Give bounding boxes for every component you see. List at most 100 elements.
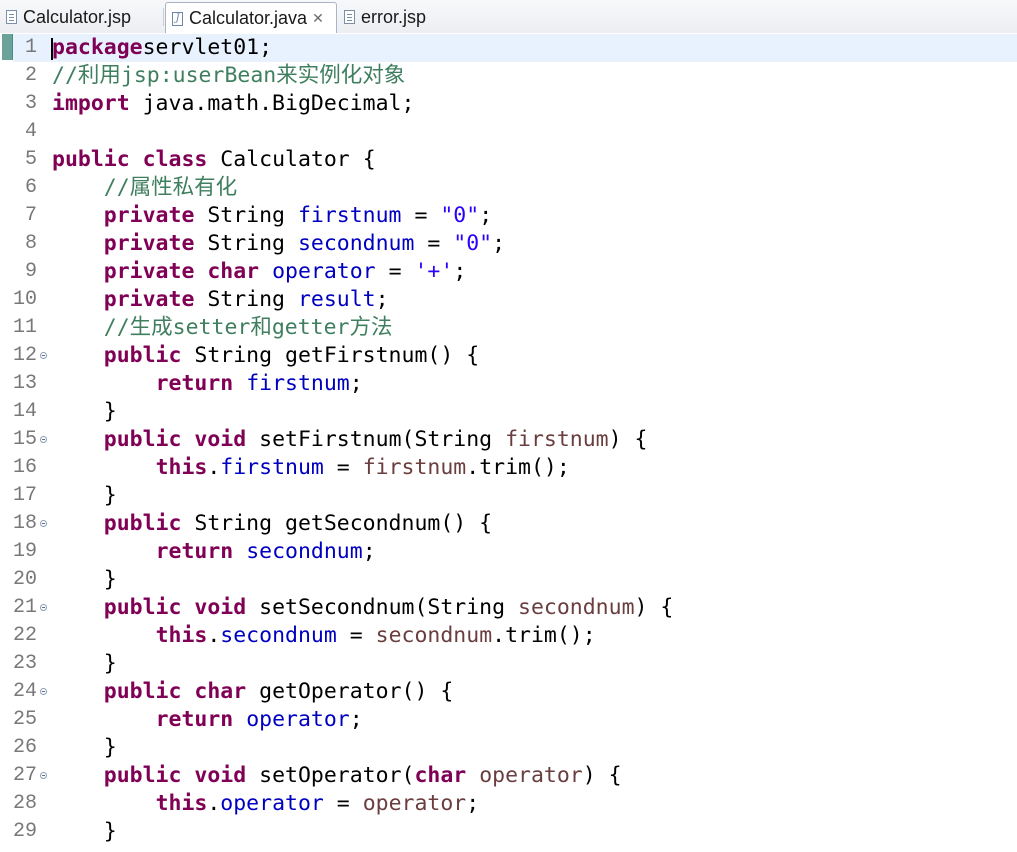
fold-toggle-icon[interactable] (40, 772, 47, 779)
code-token: this (155, 455, 208, 480)
code-line[interactable]: 24 public char getOperator() { (0, 678, 1017, 706)
code-token: public (103, 511, 182, 536)
code-token: firstnum (505, 427, 609, 452)
line-number: 20 (12, 568, 37, 591)
code-line[interactable]: 25 return operator; (0, 706, 1017, 734)
code-token: result (297, 287, 376, 312)
code-token: servlet01; (142, 35, 273, 60)
code-line[interactable]: 12 public String getFirstnum() { (0, 342, 1017, 370)
code-line[interactable]: 10 private String result; (0, 286, 1017, 314)
code-line[interactable]: 9 private char operator = '+'; (0, 258, 1017, 286)
code-line[interactable]: 20 } (0, 566, 1017, 594)
code-token: = (323, 791, 363, 816)
fold-toggle-icon[interactable] (40, 604, 47, 611)
code-token: public (103, 427, 182, 452)
code-line[interactable]: 28 this.operator = operator; (0, 790, 1017, 818)
line-number: 1 (24, 36, 37, 59)
line-number: 18 (12, 512, 37, 535)
line-number: 12 (12, 344, 37, 367)
code-token: } (52, 567, 117, 592)
code-token: public (103, 595, 182, 620)
code-text: public class Calculator { (52, 146, 376, 174)
line-number: 19 (12, 540, 37, 563)
code-token: ) { (582, 763, 622, 788)
fold-toggle-icon[interactable] (40, 688, 47, 695)
tab-calculator-java[interactable]: J Calculator.java ✕ (165, 2, 337, 34)
fold-toggle-icon[interactable] (40, 352, 47, 359)
code-token: String (194, 287, 298, 312)
code-line[interactable]: 16 this.firstnum = firstnum.trim(); (0, 454, 1017, 482)
code-line[interactable]: 2 //利用jsp:userBean来实例化对象 (0, 62, 1017, 90)
code-token: import (52, 91, 130, 116)
code-line[interactable]: 8 private String secondnum = "0"; (0, 230, 1017, 258)
code-line[interactable]: 3 import java.math.BigDecimal; (0, 90, 1017, 118)
close-tab-icon[interactable]: ✕ (312, 10, 324, 27)
code-token: public (52, 147, 130, 172)
code-line[interactable]: 5 public class Calculator { (0, 146, 1017, 174)
tab-label: Calculator.java (189, 8, 308, 28)
code-text: } (52, 818, 117, 846)
line-number: 28 (12, 792, 37, 815)
code-line[interactable]: 1 packageservlet01; (0, 34, 1017, 62)
code-line[interactable]: 14 } (0, 398, 1017, 426)
tab-error-jsp[interactable]: error.jsp (338, 2, 448, 32)
code-token: private (103, 287, 195, 312)
line-number: 27 (12, 764, 37, 787)
code-token: String getFirstnum() { (181, 343, 480, 368)
code-line[interactable]: 22 this.secondnum = secondnum.trim(); (0, 622, 1017, 650)
code-line[interactable]: 21 public void setSecondnum(String secon… (0, 594, 1017, 622)
jsp-file-icon (344, 10, 355, 24)
code-token: return (155, 539, 234, 564)
code-token: void (194, 763, 247, 788)
fold-toggle-icon[interactable] (40, 436, 47, 443)
code-text: } (52, 482, 117, 510)
code-line[interactable]: 13 return firstnum; (0, 370, 1017, 398)
code-line[interactable]: 6 //属性私有化 (0, 174, 1017, 202)
code-token: secondnum (375, 623, 493, 648)
code-token: } (52, 651, 117, 676)
code-token: return (155, 371, 234, 396)
code-line[interactable]: 19 return secondnum; (0, 538, 1017, 566)
code-token: operator (220, 791, 324, 816)
code-token: ; (479, 203, 493, 228)
code-token: firstnum (297, 203, 402, 228)
code-token: ) { (608, 427, 648, 452)
fold-toggle-icon[interactable] (40, 520, 47, 527)
code-token: public (103, 763, 182, 788)
code-text: this.operator = operator; (52, 790, 480, 818)
code-line[interactable]: 26 } (0, 734, 1017, 762)
code-line[interactable]: 27 public void setOperator(char operator… (0, 762, 1017, 790)
code-token: //属性私有化 (103, 175, 238, 200)
code-line[interactable]: 4 (0, 118, 1017, 146)
code-token: ; (362, 539, 376, 564)
code-token: '+' (414, 259, 454, 284)
code-token: secondnum (518, 595, 635, 620)
code-text: public void setOperator(char operator) { (52, 762, 622, 790)
code-token: package (52, 35, 143, 60)
line-number: 2 (24, 64, 37, 87)
code-line[interactable]: 7 private String firstnum = "0"; (0, 202, 1017, 230)
code-token: void (194, 427, 247, 452)
tab-label: Calculator.jsp (23, 6, 132, 27)
code-line[interactable]: 17 } (0, 482, 1017, 510)
code-text: public String getFirstnum() { (52, 342, 479, 370)
code-line[interactable]: 23 } (0, 650, 1017, 678)
code-line[interactable]: 15 public void setFirstnum(String firstn… (0, 426, 1017, 454)
code-token: operator (479, 763, 583, 788)
code-token: } (52, 483, 117, 508)
code-token: getOperator() { (246, 679, 454, 704)
code-line[interactable]: 29 } (0, 818, 1017, 846)
code-line[interactable]: 11 //生成setter和getter方法 (0, 314, 1017, 342)
code-editor[interactable]: 1 packageservlet01; 2 //利用jsp:userBean来实例化对… (0, 33, 1017, 852)
code-line[interactable]: 18 public String getSecondnum() { (0, 510, 1017, 538)
code-token: secondnum (220, 623, 337, 648)
code-token: setOperator( (246, 763, 415, 788)
tab-calculator-jsp[interactable]: Calculator.jsp (0, 2, 162, 32)
code-text: return secondnum; (52, 538, 376, 566)
